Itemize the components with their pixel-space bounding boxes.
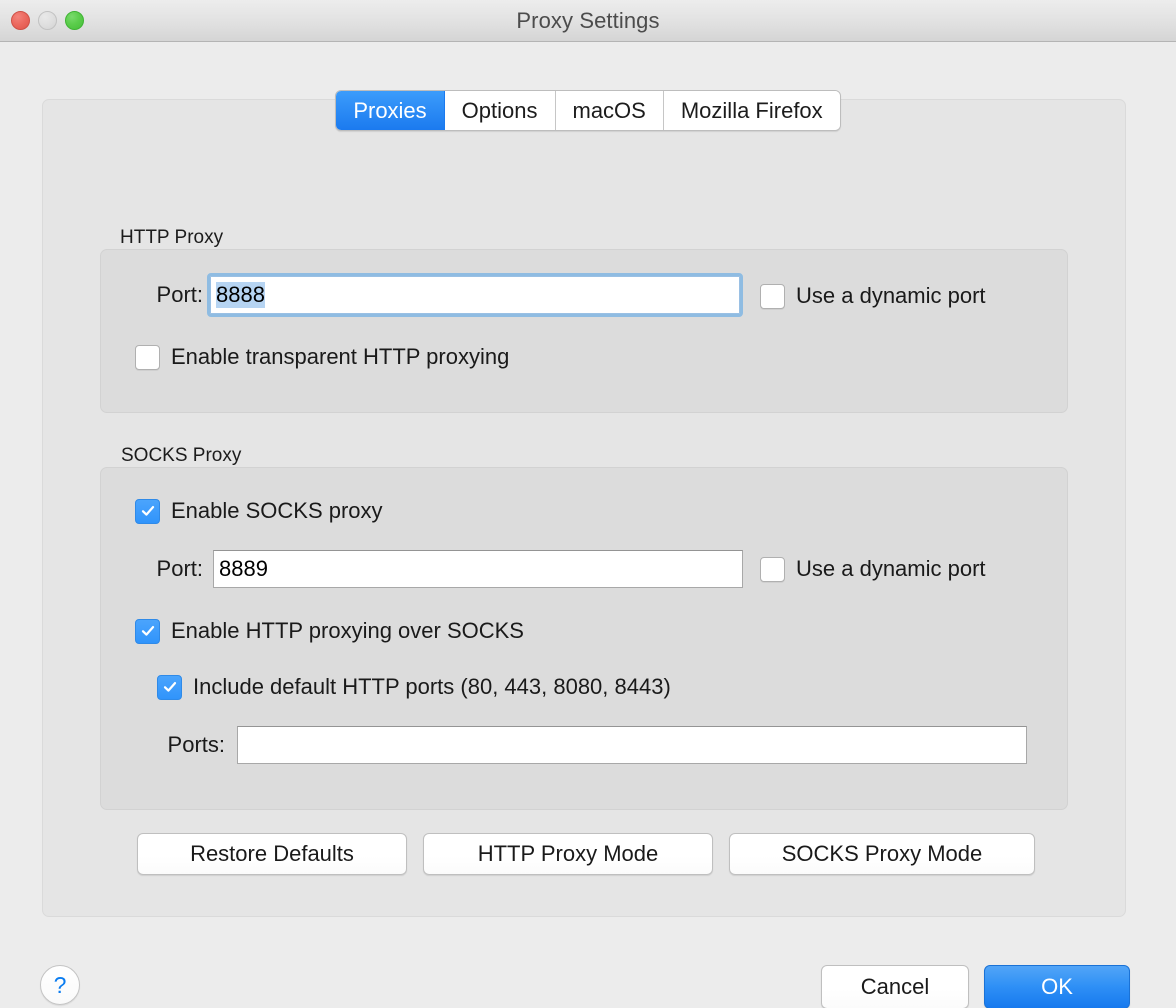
proxy-settings-window: Proxy Settings Proxies Options macOS Moz…	[0, 0, 1176, 1008]
http-transparent-proxying-checkbox[interactable]	[135, 344, 160, 370]
dialog-action-buttons: Cancel OK	[821, 965, 1130, 1008]
enable-socks-proxy-label: Enable SOCKS proxy	[171, 498, 383, 523]
socks-dynamic-port-row[interactable]: Use a dynamic port	[760, 556, 986, 582]
window-titlebar: Proxy Settings	[0, 0, 1176, 42]
http-port-row: Port: 8888	[133, 273, 743, 317]
enable-http-proxying-over-socks-checkbox[interactable]	[135, 618, 160, 644]
http-dynamic-port-row[interactable]: Use a dynamic port	[760, 283, 986, 309]
tab-bar: Proxies Options macOS Mozilla Firefox	[0, 90, 1176, 131]
ok-button[interactable]: OK	[984, 965, 1130, 1008]
close-window-icon[interactable]	[11, 11, 30, 30]
proxy-mode-button-group: Restore Defaults HTTP Proxy Mode SOCKS P…	[137, 833, 1035, 875]
minimize-window-icon[interactable]	[38, 11, 57, 30]
include-default-http-ports-label: Include default HTTP ports (80, 443, 808…	[193, 674, 671, 699]
include-default-http-ports-checkbox[interactable]	[157, 674, 182, 700]
http-port-value: 8888	[216, 282, 265, 308]
http-dynamic-port-checkbox[interactable]	[760, 283, 785, 309]
tab-mozilla-firefox[interactable]: Mozilla Firefox	[663, 91, 840, 130]
socks-ports-label: Ports:	[167, 732, 225, 757]
socks-ports-input[interactable]	[237, 726, 1027, 764]
tab-macos[interactable]: macOS	[555, 91, 664, 130]
window-body: Proxies Options macOS Mozilla Firefox HT…	[0, 42, 1176, 1008]
socks-proxy-group-label: SOCKS Proxy	[121, 445, 242, 466]
restore-defaults-button[interactable]: Restore Defaults	[137, 833, 407, 875]
help-button[interactable]: ?	[40, 965, 80, 1005]
socks-ports-row: Ports:	[133, 726, 1027, 764]
http-proxy-group-box	[100, 249, 1068, 413]
enable-socks-proxy-checkbox[interactable]	[135, 498, 160, 524]
socks-proxy-mode-button[interactable]: SOCKS Proxy Mode	[729, 833, 1035, 875]
checkmark-icon	[141, 626, 154, 636]
http-transparent-proxying-label: Enable transparent HTTP proxying	[171, 344, 510, 369]
http-over-socks-row[interactable]: Enable HTTP proxying over SOCKS	[135, 618, 524, 644]
checkmark-icon	[141, 506, 154, 516]
socks-port-input[interactable]: 8889	[213, 550, 743, 588]
checkmark-icon	[163, 682, 176, 692]
enable-http-proxying-over-socks-label: Enable HTTP proxying over SOCKS	[171, 618, 524, 643]
http-transparent-row[interactable]: Enable transparent HTTP proxying	[135, 344, 509, 370]
http-proxy-group-label: HTTP Proxy	[120, 227, 224, 248]
socks-port-label: Port:	[156, 556, 203, 581]
traffic-light-buttons	[11, 0, 84, 41]
maximize-window-icon[interactable]	[65, 11, 84, 30]
http-port-input[interactable]: 8888	[207, 273, 743, 317]
tab-options[interactable]: Options	[444, 91, 556, 130]
socks-enable-row[interactable]: Enable SOCKS proxy	[135, 498, 383, 524]
socks-dynamic-port-label: Use a dynamic port	[796, 556, 986, 581]
http-proxy-mode-button[interactable]: HTTP Proxy Mode	[423, 833, 713, 875]
tab-proxies[interactable]: Proxies	[336, 91, 445, 130]
socks-dynamic-port-checkbox[interactable]	[760, 556, 785, 582]
cancel-button[interactable]: Cancel	[821, 965, 969, 1008]
socks-port-row: Port: 8889	[133, 550, 743, 588]
include-default-ports-row[interactable]: Include default HTTP ports (80, 443, 808…	[157, 674, 671, 700]
socks-port-value: 8889	[219, 556, 268, 581]
http-dynamic-port-label: Use a dynamic port	[796, 283, 986, 308]
window-title: Proxy Settings	[516, 7, 660, 33]
http-port-label: Port:	[156, 282, 203, 307]
